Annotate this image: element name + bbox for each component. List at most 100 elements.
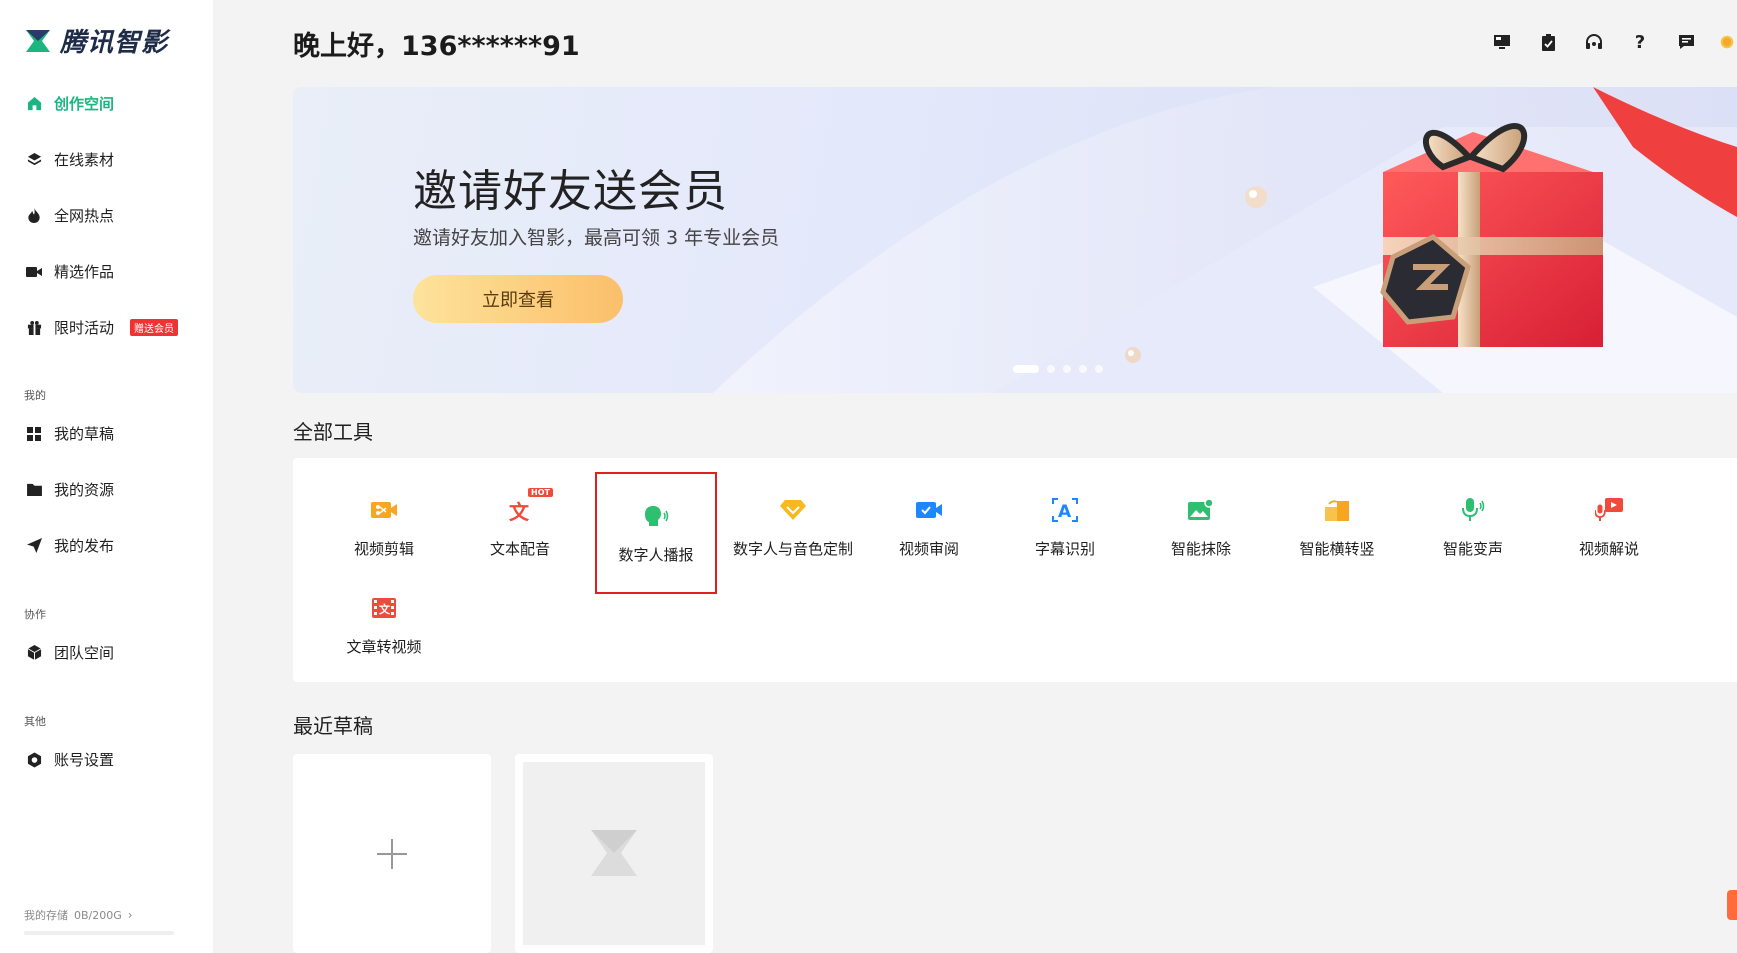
draft-card[interactable] <box>515 754 713 953</box>
storage-value: 0B/200G <box>74 908 122 922</box>
sidebar-item-label: 我的发布 <box>54 537 115 555</box>
tool-label: 数字人播报 <box>618 545 694 564</box>
tool-text-dubbing[interactable]: 文 HOT 文本配音 <box>455 472 585 582</box>
sidebar-item-my-drafts[interactable]: 我的草稿 <box>26 423 114 444</box>
tool-label: 视频审阅 <box>898 539 959 558</box>
tool-label: 智能变声 <box>1442 539 1503 558</box>
greeting-title: 晚上好，136******91 <box>293 31 580 62</box>
tool-label: 数字人与音色定制 <box>732 539 853 558</box>
sidebar-item-team-space[interactable]: 团队空间 <box>26 642 114 663</box>
tool-smart-erase[interactable]: 智能抹除 <box>1136 472 1266 582</box>
sidebar-item-limited-events[interactable]: 限时活动 赠送会员 <box>26 317 179 338</box>
monitor-icon[interactable] <box>1490 30 1514 54</box>
promo-banner[interactable]: 邀请好友送会员 邀请好友加入智影，最高可领 3 年专业会员 立即查看 <box>293 87 1737 393</box>
section-label-collab: 协作 <box>24 608 46 621</box>
tool-label: 字幕识别 <box>1034 539 1095 558</box>
carousel-dot[interactable] <box>1095 365 1103 373</box>
video-camera-icon <box>26 264 42 280</box>
sidebar-item-label: 限时活动 <box>54 319 115 337</box>
brand-logo[interactable]: 腾讯智影 <box>24 22 168 59</box>
placeholder-logo-icon <box>591 830 637 876</box>
tool-video-edit[interactable]: 视频剪辑 <box>319 472 449 582</box>
svg-text:文: 文 <box>379 602 391 616</box>
coin-icon[interactable] <box>1720 30 1734 54</box>
sidebar-item-hot-topics[interactable]: 全网热点 <box>26 205 114 226</box>
sidebar-item-label: 精选作品 <box>54 263 115 281</box>
banner-title: 邀请好友送会员 <box>413 166 728 217</box>
layers-icon <box>26 152 42 168</box>
draft-thumbnail <box>523 762 705 945</box>
top-toolbar: ? <box>1490 30 1734 54</box>
carousel-dot[interactable] <box>1013 365 1039 373</box>
tool-smart-voice-change[interactable]: 智能变声 <box>1408 472 1538 582</box>
sidebar-item-label: 我的草稿 <box>54 425 115 443</box>
tool-label: 智能横转竖 <box>1299 539 1375 558</box>
sidebar-item-my-resources[interactable]: 我的资源 <box>26 479 114 500</box>
tool-video-commentary[interactable]: 视频解说 <box>1544 472 1674 582</box>
chevron-right-icon: › <box>127 908 133 922</box>
logo-mark-icon <box>26 29 50 52</box>
scissors-camera-icon <box>368 496 400 524</box>
folder-icon <box>26 482 42 498</box>
brand-name: 腾讯智影 <box>60 28 169 58</box>
sidebar-item-label: 我的资源 <box>54 481 115 499</box>
headset-icon[interactable] <box>1582 30 1606 54</box>
sidebar-item-label: 全网热点 <box>54 207 115 225</box>
sidebar-item-my-publish[interactable]: 我的发布 <box>26 535 114 556</box>
sidebar-item-account-settings[interactable]: 账号设置 <box>26 749 114 770</box>
tool-label: 智能抹除 <box>1170 539 1231 558</box>
article-video-icon: 文 <box>368 594 400 622</box>
section-label-mine: 我的 <box>24 389 46 402</box>
send-icon <box>26 538 42 554</box>
recent-drafts-heading: 最近草稿 <box>293 714 373 738</box>
tool-digital-human-voice-custom[interactable]: 数字人与音色定制 <box>723 472 863 582</box>
text-voice-icon: 文 HOT <box>504 487 553 524</box>
sidebar-item-label: 账号设置 <box>54 751 115 769</box>
svg-text:文: 文 <box>509 500 530 521</box>
tool-label: 文本配音 <box>489 539 550 558</box>
banner-subtitle: 邀请好友加入智影，最高可领 3 年专业会员 <box>413 227 780 249</box>
tool-video-review[interactable]: 视频审阅 <box>864 472 994 582</box>
image-erase-icon <box>1185 496 1217 524</box>
banner-view-button[interactable]: 立即查看 <box>413 275 623 323</box>
sidebar-item-online-assets[interactable]: 在线素材 <box>26 149 114 170</box>
home-icon <box>26 96 42 112</box>
settings-hex-icon <box>26 752 42 768</box>
tool-smart-landscape-to-portrait[interactable]: 智能横转竖 <box>1272 472 1402 582</box>
sidebar-item-featured-works[interactable]: 精选作品 <box>26 261 114 282</box>
new-draft-card[interactable] <box>293 754 491 953</box>
help-icon[interactable]: ? <box>1628 30 1652 54</box>
sidebar: 腾讯智影 创作空间 在线素材 全网热点 精选作品 限时活动 赠送会员 我的 我的… <box>0 0 213 953</box>
tool-digital-human-broadcast[interactable]: 数字人播报 <box>595 472 717 594</box>
sidebar-item-create-space[interactable]: 创作空间 <box>26 93 114 114</box>
carousel-dot[interactable] <box>1063 365 1071 373</box>
gift-icon <box>26 320 42 336</box>
section-label-other: 其他 <box>24 715 46 728</box>
carousel-dot[interactable] <box>1079 365 1087 373</box>
tool-subtitle-recognition[interactable]: A 字幕识别 <box>1000 472 1130 582</box>
rotate-frame-icon <box>1321 496 1353 524</box>
clipboard-check-icon[interactable] <box>1536 30 1560 54</box>
tool-label: 视频剪辑 <box>353 539 414 558</box>
speaking-head-icon <box>640 502 672 530</box>
message-icon[interactable] <box>1674 30 1698 54</box>
tool-label: 视频解说 <box>1578 539 1639 558</box>
diamond-icon <box>777 496 809 524</box>
tools-panel: 视频剪辑 文 HOT 文本配音 数字人播报 数字人与音色定制 视频审阅 A 字幕… <box>293 458 1737 682</box>
floating-side-tab[interactable] <box>1727 890 1737 920</box>
flame-icon <box>26 208 42 224</box>
storage-label: 我的存储 <box>24 909 68 922</box>
mic-video-icon <box>1593 496 1625 524</box>
hot-badge: HOT <box>528 487 553 497</box>
banner-carousel-dots <box>1013 365 1103 373</box>
microphone-icon <box>1457 496 1489 524</box>
storage-progress-bar <box>24 931 174 935</box>
cube-icon <box>26 645 42 661</box>
video-check-icon <box>913 496 945 524</box>
caption-a-icon: A <box>1049 496 1081 524</box>
tool-article-to-video[interactable]: 文 文章转视频 <box>319 570 449 680</box>
carousel-dot[interactable] <box>1047 365 1055 373</box>
storage-info[interactable]: 我的存储 0B/200G › <box>24 907 133 923</box>
plus-icon <box>293 754 491 953</box>
sidebar-item-label: 团队空间 <box>54 644 115 662</box>
